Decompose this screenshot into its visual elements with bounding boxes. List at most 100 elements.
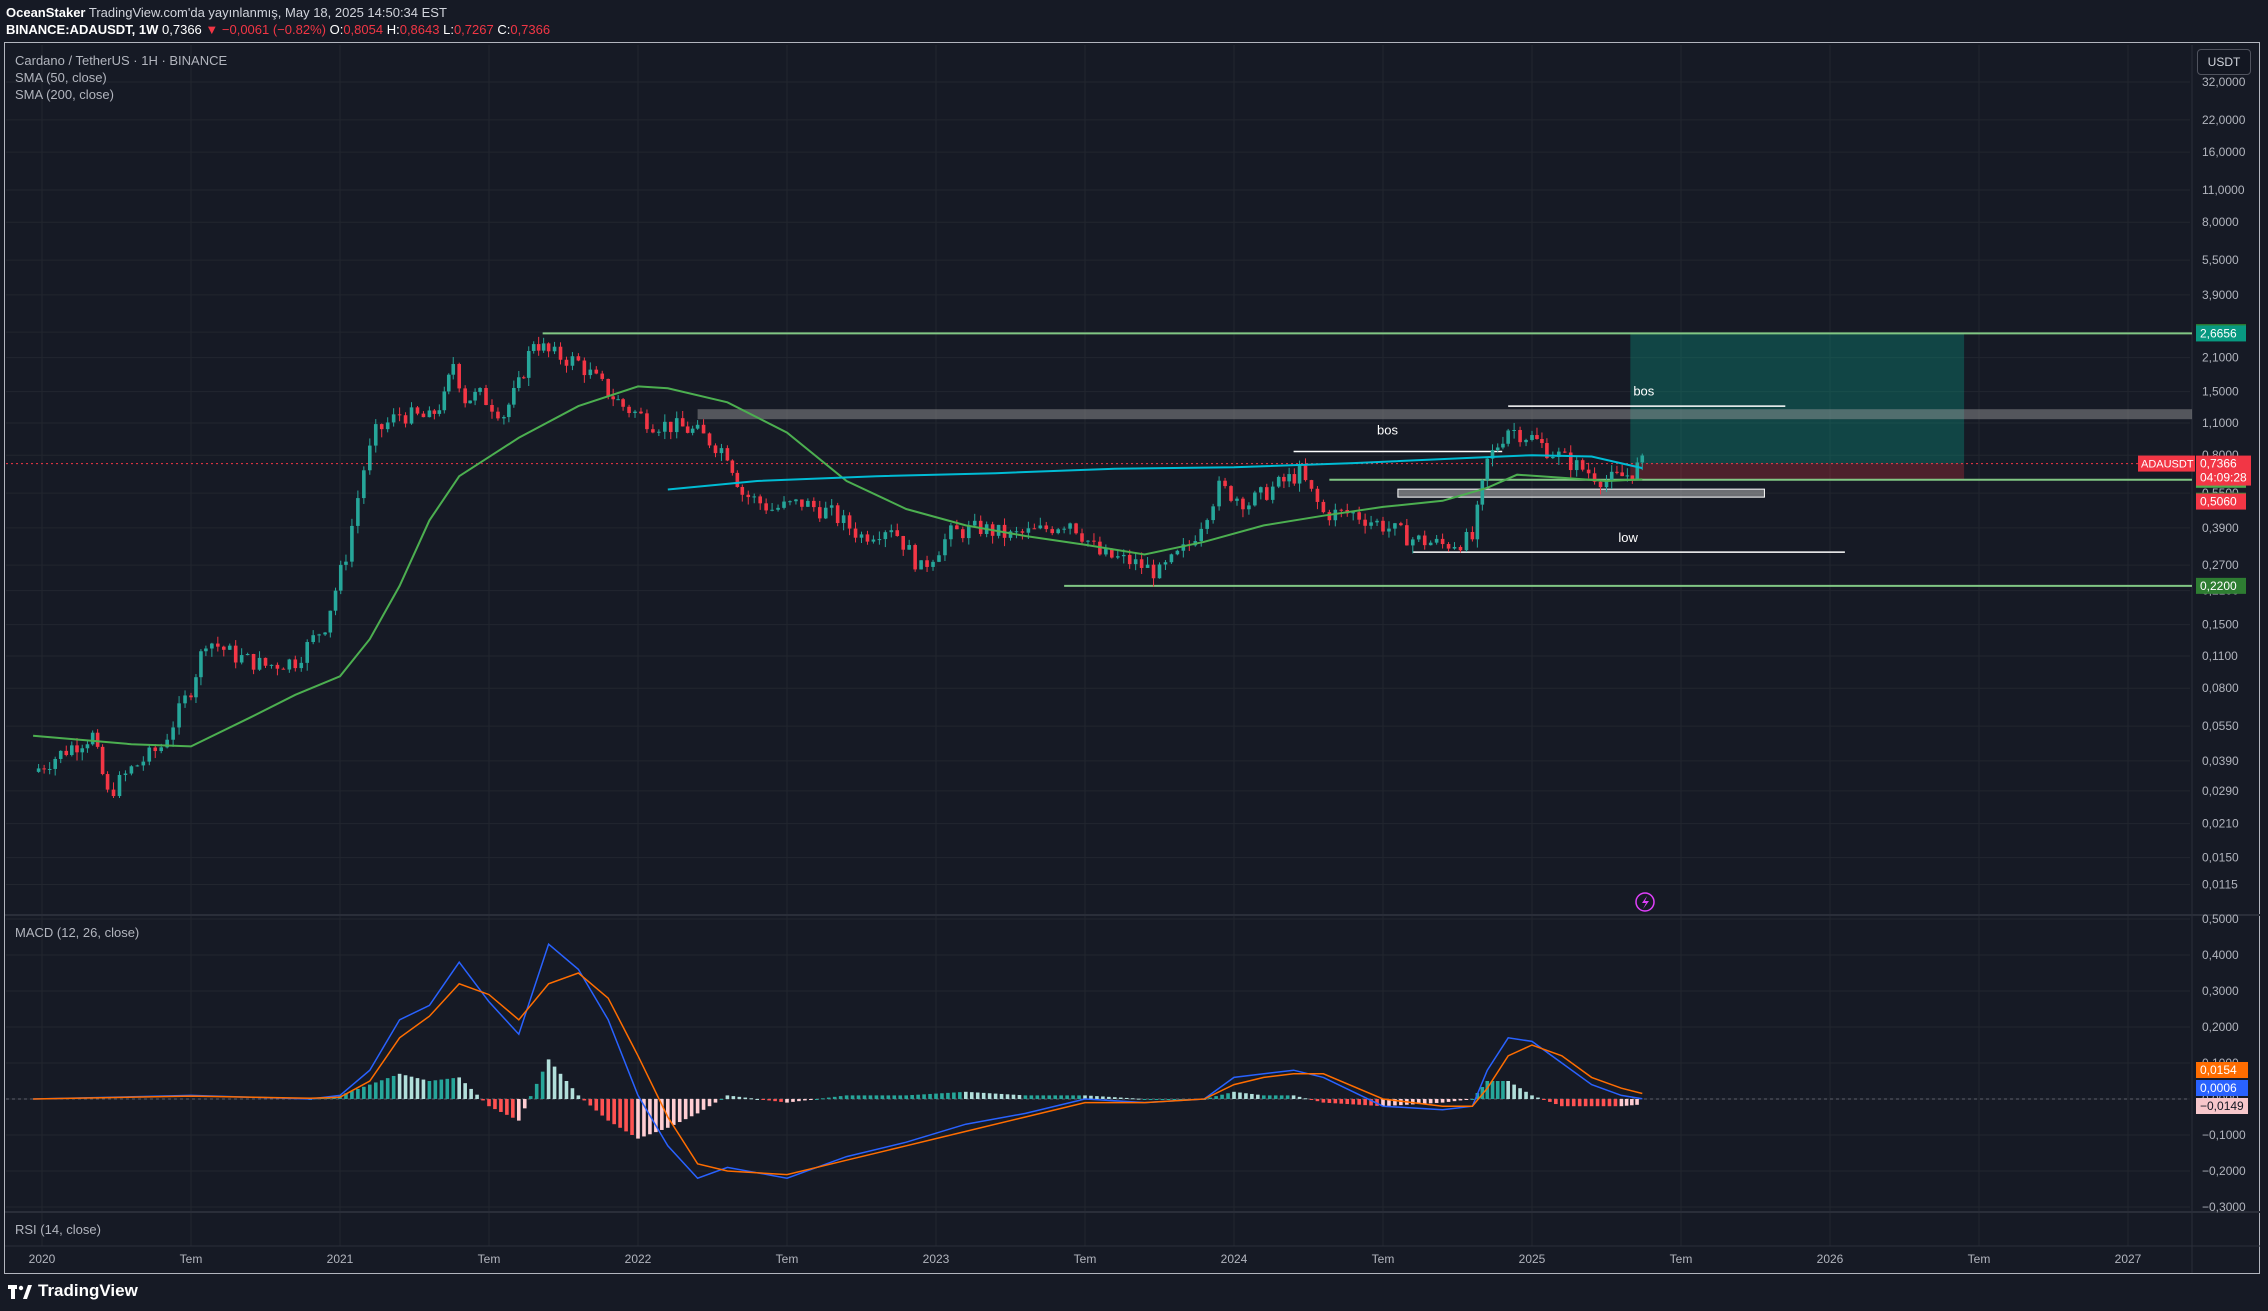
time-tick-label: 2025 [1519, 1252, 1546, 1266]
candle-body [147, 747, 152, 762]
macd-histogram-bar [1059, 1095, 1063, 1099]
candle-body [90, 732, 95, 745]
candle-body [159, 747, 163, 752]
candle-body [645, 413, 649, 430]
macd-histogram-bar [820, 1098, 825, 1100]
candle-body [1562, 451, 1567, 453]
candle-body [835, 505, 840, 524]
macd-histogram-bar [832, 1096, 837, 1099]
macd-histogram-bar [1047, 1095, 1052, 1099]
price-tick-label: 0,0210 [2202, 817, 2239, 831]
candle-body [1282, 476, 1286, 482]
macd-histogram-bar [1446, 1099, 1451, 1102]
candle-body [328, 610, 333, 633]
macd-histogram-bar [1232, 1091, 1236, 1099]
candle-body [1495, 447, 1500, 451]
candle-body [269, 664, 274, 666]
price-tick-label: 11,0000 [2202, 183, 2245, 197]
candle-body [512, 387, 516, 405]
candle-body [1032, 528, 1037, 530]
stop-loss-zone [1630, 463, 1965, 480]
macd-histogram-bar [1565, 1099, 1570, 1107]
macd-histogram-bar [1363, 1099, 1367, 1106]
macd-histogram-bar [916, 1094, 920, 1099]
macd-histogram-bar [1595, 1099, 1600, 1107]
candle-body [245, 654, 250, 656]
macd-histogram-bar [1428, 1099, 1433, 1104]
macd-histogram-bar [403, 1075, 408, 1099]
macd-histogram-bar [779, 1099, 783, 1102]
legend-sma50[interactable]: SMA (50, close) [15, 69, 227, 86]
current-price-text: 0,7366 [2200, 457, 2237, 471]
macd-histogram-bar [975, 1092, 980, 1099]
candle-body [907, 545, 911, 550]
price-tick-label: 0,0800 [2202, 681, 2239, 695]
macd-histogram-bar [1262, 1095, 1266, 1099]
candle-body [221, 646, 226, 650]
macd-histogram-bar [487, 1099, 491, 1107]
legend-sma200[interactable]: SMA (200, close) [15, 86, 227, 103]
candle-body [293, 659, 298, 669]
macd-badge-text: 0,0006 [2200, 1081, 2237, 1095]
currency-button[interactable]: USDT [2197, 49, 2251, 75]
candle-body [1038, 525, 1043, 529]
candle-body [707, 433, 712, 446]
chart-canvas[interactable]: 32,0000 22,0000 16,0000 11,0000 8,0000 5,5000… [0, 0, 2268, 1311]
candle-body [627, 406, 631, 414]
candle-body [344, 561, 348, 565]
macd-histogram-bar [1035, 1095, 1040, 1099]
price-badge-text: 0,5060 [2200, 495, 2237, 509]
macd-tick-label: 0,3000 [2202, 984, 2239, 998]
macd-histogram-bar [773, 1099, 777, 1102]
candle-body [227, 645, 232, 650]
candle-body [895, 530, 900, 536]
macd-histogram-bar [433, 1080, 438, 1099]
rsi-title[interactable]: RSI (14, close) [15, 1222, 101, 1237]
macd-histogram-bar [761, 1099, 765, 1100]
candle-body [153, 747, 158, 752]
macd-histogram-bar [373, 1082, 378, 1099]
candle-body [695, 424, 700, 429]
time-tick-label: Tem [180, 1252, 203, 1266]
macd-histogram-bar [481, 1099, 485, 1101]
candle-body [740, 486, 745, 495]
macd-histogram-bar [1458, 1099, 1463, 1101]
candle-body [311, 635, 315, 643]
macd-histogram-bar [1256, 1094, 1260, 1099]
candle-body [432, 410, 437, 414]
candle-body [1074, 523, 1078, 534]
candle-body [782, 501, 786, 508]
tradingview-logo[interactable]: TradingView [8, 1281, 138, 1301]
macd-histogram-bar [1142, 1099, 1147, 1100]
macd-title[interactable]: MACD (12, 26, close) [15, 925, 139, 940]
candle-body [925, 560, 929, 567]
macd-histogram-bar [1041, 1095, 1046, 1099]
macd-histogram-bar [600, 1099, 605, 1116]
macd-histogram-bar [445, 1078, 450, 1099]
macd-histogram-bar [797, 1099, 801, 1102]
time-tick-label: 2023 [923, 1252, 950, 1266]
candle-body [690, 428, 695, 433]
symbol-badge-text: ADAUSDT [2141, 459, 2194, 471]
candle-body [100, 746, 105, 775]
macd-histogram-bar [588, 1099, 593, 1106]
candle-body [64, 750, 69, 756]
candle-body [1411, 539, 1415, 546]
macd-histogram-bar [1577, 1099, 1582, 1107]
macd-histogram-bar [356, 1088, 360, 1099]
candle-body [239, 655, 244, 663]
macd-histogram-bar [886, 1095, 891, 1099]
time-tick-label: 2024 [1221, 1252, 1248, 1266]
macd-histogram-bar [1548, 1099, 1552, 1102]
macd-histogram-bar [1536, 1097, 1540, 1099]
macd-histogram-bar [1339, 1099, 1344, 1104]
candle-body [680, 418, 685, 427]
candle-body [177, 703, 181, 728]
candle-body [1416, 535, 1421, 540]
macd-histogram-bar [815, 1099, 819, 1100]
candle-body [651, 429, 655, 433]
candle-body [141, 761, 146, 766]
candle-body [47, 768, 52, 770]
lightning-icon-glyph [1642, 896, 1649, 909]
macd-histogram-bar [1130, 1098, 1135, 1100]
